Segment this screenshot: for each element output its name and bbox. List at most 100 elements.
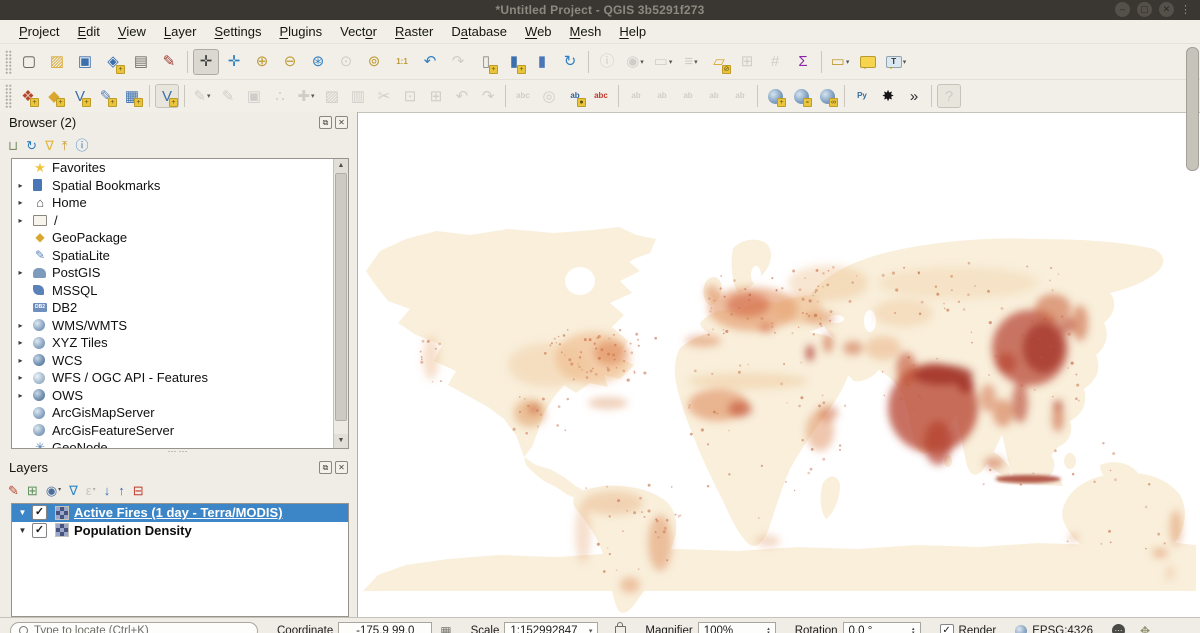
pan-map-button[interactable]: ✛ (193, 49, 219, 75)
browser-item-arcgismapserver[interactable]: ArcGisMapServer (12, 404, 348, 422)
browser-item-spatial-bookmarks[interactable]: ▸Spatial Bookmarks (12, 177, 348, 195)
layer-item-population-density[interactable]: ▼✓Population Density (12, 522, 348, 540)
layers-close-button[interactable]: ✕ (335, 461, 348, 474)
zoom-out-button[interactable]: ⊖ (277, 49, 303, 75)
new-report-button[interactable]: ▮+ (501, 49, 527, 75)
statistical-summary-button[interactable]: Σ (790, 49, 816, 75)
zoom-in-button[interactable]: ⊕ (249, 49, 275, 75)
browser-item-favorites[interactable]: ★Favorites (12, 159, 348, 177)
menu-web[interactable]: Web (516, 21, 561, 42)
spinner-arrows-icon[interactable]: ▴▾ (912, 627, 915, 633)
browser-item-[interactable]: ▸/ (12, 212, 348, 230)
spinner-arrows-icon[interactable]: ▴▾ (767, 627, 770, 633)
filter-browser-button[interactable]: ∇ (45, 139, 54, 152)
browser-item-wfs-ogc-api-features[interactable]: ▸WFS / OGC API - Features (12, 369, 348, 387)
coordinate-input[interactable]: -175,9 99,0 (338, 622, 432, 633)
toolbar-overflow-button[interactable]: » (902, 84, 926, 108)
plugin-bug-button[interactable]: ✸ (876, 84, 900, 108)
zoom-full-button[interactable]: ⊛ (305, 49, 331, 75)
save-project-as-button[interactable]: ◈+ (100, 49, 126, 75)
expand-all-layers-button[interactable]: ↓ (104, 484, 111, 497)
map-tips-button[interactable] (855, 49, 881, 75)
layer-diagram-options-button[interactable]: abc (589, 84, 613, 108)
measure-button[interactable]: ▭▾ (827, 49, 853, 75)
browser-item-wms-wmts[interactable]: ▸WMS/WMTS (12, 317, 348, 335)
metasearch-catalog-button[interactable]: ∞ (815, 84, 839, 108)
menu-project[interactable]: Project (10, 21, 69, 42)
search-web-services-button[interactable]: ∘ (789, 84, 813, 108)
menu-mesh[interactable]: Mesh (561, 21, 611, 42)
pan-to-selection-button[interactable]: ✛ (221, 49, 247, 75)
menu-settings[interactable]: Settings (205, 21, 270, 42)
close-button[interactable]: ✕ (1159, 2, 1174, 17)
add-web-service-button[interactable]: + (763, 84, 787, 108)
collapse-all-browser-button[interactable]: ⤒ (62, 139, 68, 152)
browser-item-geopackage[interactable]: ◆GeoPackage (12, 229, 348, 247)
open-project-button[interactable]: ▨ (44, 49, 70, 75)
locator-input[interactable]: Type to locate (Ctrl+K) (10, 622, 258, 633)
layer-visibility-checkbox[interactable]: ✓ (32, 523, 47, 538)
scroll-down-icon[interactable]: ▼ (334, 434, 348, 448)
rotation-spinner[interactable]: 0,0 ° ▴▾ (843, 622, 921, 633)
browser-item-postgis[interactable]: ▸PostGIS (12, 264, 348, 282)
lock-icon[interactable] (615, 626, 626, 633)
menu-layer[interactable]: Layer (155, 21, 206, 42)
refresh-map-button[interactable]: ↻ (557, 49, 583, 75)
right-scrollbar-thumb[interactable] (1186, 47, 1199, 171)
layers-float-button[interactable]: ⧉ (319, 461, 332, 474)
expand-arrow-icon[interactable]: ▸ (15, 373, 26, 382)
browser-item-spatialite[interactable]: ✎SpatiaLite (12, 247, 348, 265)
collapse-arrow-icon[interactable]: ▼ (16, 526, 29, 535)
window-menu-dots-icon[interactable]: ⋮ (1180, 3, 1191, 17)
menu-database[interactable]: Database (442, 21, 516, 42)
toolbar-handle[interactable] (5, 84, 12, 108)
show-bookmarks-button[interactable]: ▮ (529, 49, 555, 75)
extents-icon[interactable]: ▦ (440, 624, 451, 633)
browser-item-xyz-tiles[interactable]: ▸XYZ Tiles (12, 334, 348, 352)
panel-splitter[interactable]: ⋯⋯ (0, 447, 357, 457)
layout-manager-button[interactable]: ▤ (128, 49, 154, 75)
collapse-all-layers-button[interactable]: ↑ (118, 484, 125, 497)
crs-globe-icon[interactable] (1015, 625, 1027, 633)
browser-properties-button[interactable]: ⓘ (76, 139, 89, 152)
magnifier-spinner[interactable]: 100% ▴▾ (698, 622, 776, 633)
minimize-button[interactable]: – (1115, 2, 1130, 17)
data-source-manager-button[interactable]: ❖+ (16, 84, 40, 108)
expand-arrow-icon[interactable]: ▸ (15, 198, 26, 207)
browser-item-db2[interactable]: DB2DB2 (12, 299, 348, 317)
menu-raster[interactable]: Raster (386, 21, 442, 42)
zoom-to-layer-button[interactable]: ⊚ (361, 49, 387, 75)
filter-legend-button[interactable]: ∇ (69, 484, 78, 497)
new-project-button[interactable]: ▢ (16, 49, 42, 75)
map-canvas[interactable] (358, 112, 1200, 617)
style-manager-button[interactable]: ✎ (156, 49, 182, 75)
browser-scrollbar[interactable]: ▲ ▼ (333, 159, 348, 448)
expand-arrow-icon[interactable]: ▸ (15, 356, 26, 365)
expand-arrow-icon[interactable]: ▸ (15, 216, 26, 225)
browser-item-wcs[interactable]: ▸WCS (12, 352, 348, 370)
menu-plugins[interactable]: Plugins (270, 21, 331, 42)
collapse-arrow-icon[interactable]: ▼ (16, 508, 29, 517)
browser-close-button[interactable]: ✕ (335, 116, 348, 129)
crs-label[interactable]: EPSG:4326 (1032, 625, 1093, 633)
zoom-native-button[interactable]: 1:1 (389, 49, 415, 75)
refresh-browser-button[interactable]: ↻ (26, 139, 37, 152)
toolbar-handle[interactable] (5, 50, 12, 74)
scroll-up-icon[interactable]: ▲ (334, 159, 348, 173)
menu-view[interactable]: View (109, 21, 155, 42)
new-layout-button[interactable]: ▯+ (473, 49, 499, 75)
browser-item-mssql[interactable]: MSSQL (12, 282, 348, 300)
python-console-button[interactable]: Py (850, 84, 874, 108)
scale-combobox[interactable]: 1:152992847 ▾ (504, 622, 598, 633)
expand-arrow-icon[interactable]: ▸ (15, 268, 26, 277)
menu-edit[interactable]: Edit (69, 21, 109, 42)
new-shapefile-layer-button[interactable]: V+ (68, 84, 92, 108)
browser-item-ows[interactable]: ▸OWS (12, 387, 348, 405)
browser-item-arcgisfeatureserver[interactable]: ArcGisFeatureServer (12, 422, 348, 440)
scrollbar-thumb[interactable] (335, 173, 347, 421)
browser-item-home[interactable]: ▸⌂Home (12, 194, 348, 212)
layer-visibility-checkbox[interactable]: ✓ (32, 505, 47, 520)
zoom-last-button[interactable]: ↶ (417, 49, 443, 75)
remove-layer-button[interactable]: ⊟ (133, 484, 144, 497)
layer-labeling-options-button[interactable]: ab● (563, 84, 587, 108)
